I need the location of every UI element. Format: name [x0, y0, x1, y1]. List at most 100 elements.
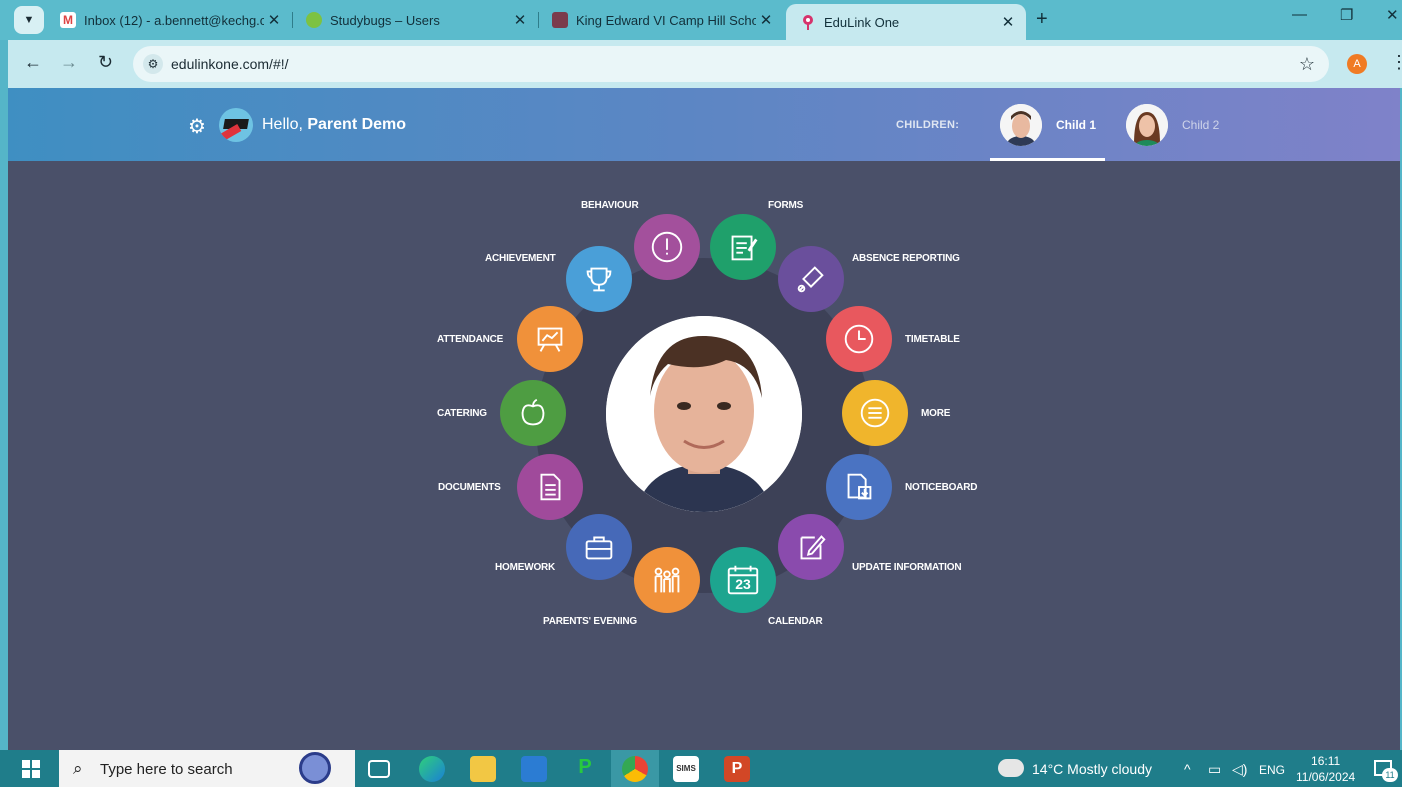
- child-name: Child 2: [1182, 118, 1220, 132]
- back-icon[interactable]: ←: [24, 52, 42, 73]
- attendance-label[interactable]: ATTENDANCE: [437, 334, 503, 345]
- weather-cloud-icon[interactable]: [998, 759, 1024, 777]
- list-icon: [860, 398, 890, 428]
- weather-text[interactable]: 14°C Mostly cloudy: [1032, 761, 1152, 777]
- restore-icon[interactable]: ❐: [1340, 6, 1353, 24]
- catering-button[interactable]: [500, 380, 566, 446]
- document-icon: [540, 473, 561, 501]
- system-clock[interactable]: 16:11 11/06/2024: [1296, 753, 1355, 785]
- search-placeholder: Type here to search: [100, 761, 233, 778]
- people-icon: [654, 567, 680, 593]
- tab-king-edward[interactable]: King Edward VI Camp Hill Scho ✕: [538, 4, 784, 36]
- tab-studybugs[interactable]: Studybugs – Users ✕: [292, 4, 538, 36]
- mail-icon[interactable]: [521, 756, 547, 782]
- trophy-icon: [586, 267, 612, 292]
- greeting-prefix: Hello,: [262, 116, 303, 133]
- close-icon[interactable]: ✕: [756, 11, 776, 29]
- chevron-up-icon[interactable]: ^: [1184, 761, 1191, 777]
- catering-label[interactable]: CATERING: [437, 408, 487, 419]
- edit-note-icon: [800, 535, 826, 560]
- calendar-label[interactable]: CALENDAR: [768, 616, 823, 627]
- edulink-icon: [800, 14, 816, 30]
- browser-menu-icon[interactable]: ⋮: [1390, 52, 1402, 73]
- gmail-icon: M: [60, 12, 76, 28]
- greeting: Hello, Parent Demo: [262, 116, 406, 134]
- timetable-label[interactable]: TIMETABLE: [905, 334, 960, 345]
- documents-button[interactable]: [517, 454, 583, 520]
- greeting-name: Parent Demo: [307, 116, 407, 133]
- forms-label[interactable]: FORMS: [768, 200, 803, 211]
- children-label: CHILDREN:: [896, 119, 960, 131]
- file-explorer-icon[interactable]: [470, 756, 496, 782]
- child-name: Child 1: [1056, 118, 1097, 132]
- notice-download-icon: [847, 473, 872, 500]
- gear-icon[interactable]: ⚙: [188, 114, 206, 139]
- avatar: [1126, 104, 1168, 146]
- forms-button[interactable]: [710, 214, 776, 280]
- documents-label[interactable]: DOCUMENTS: [438, 482, 501, 493]
- close-window-icon[interactable]: ✕: [1386, 6, 1399, 24]
- close-icon[interactable]: ✕: [998, 13, 1018, 31]
- achievement-button[interactable]: [566, 246, 632, 312]
- network-icon[interactable]: ▭: [1208, 761, 1221, 778]
- site-settings-icon[interactable]: ⚙: [143, 54, 163, 74]
- top-header: ⚙ Hello, Parent Demo CHILDREN: Child 1 C…: [8, 88, 1400, 161]
- url-text[interactable]: edulinkone.com/#!/: [171, 56, 289, 72]
- publisher-icon[interactable]: P: [572, 756, 598, 782]
- attendance-button[interactable]: [517, 306, 583, 372]
- new-tab-button[interactable]: +: [1036, 8, 1048, 31]
- avatar: [1000, 104, 1042, 146]
- calendar-button[interactable]: 23: [710, 547, 776, 613]
- language-indicator[interactable]: ENG: [1259, 763, 1285, 777]
- child-selector-1[interactable]: Child 1: [1000, 104, 1096, 146]
- address-bar[interactable]: ⚙ edulinkone.com/#!/ ☆: [133, 46, 1329, 82]
- absence-reporting-label[interactable]: ABSENCE REPORTING: [852, 253, 960, 264]
- parents-evening-label[interactable]: PARENTS' EVENING: [543, 616, 637, 627]
- search-icon: ⌕: [73, 759, 83, 778]
- behaviour-button[interactable]: [634, 214, 700, 280]
- apple-icon: [521, 398, 545, 426]
- browser-toolbar: ← → ↻ ⚙ edulinkone.com/#!/ ☆ A ⋮: [8, 40, 1402, 88]
- student-photo: [606, 316, 802, 512]
- more-label[interactable]: MORE: [921, 408, 950, 419]
- behaviour-label[interactable]: BEHAVIOUR: [581, 200, 639, 211]
- browser-tab-bar: ▼ M Inbox (12) - a.bennett@kechg.c ✕ Stu…: [0, 0, 1402, 40]
- close-icon[interactable]: ✕: [510, 11, 530, 29]
- sims-icon[interactable]: SIMS: [673, 756, 699, 782]
- briefcase-icon: [585, 536, 613, 560]
- more-button[interactable]: [842, 380, 908, 446]
- demo-ribbon: [219, 124, 242, 142]
- tab-gmail[interactable]: M Inbox (12) - a.bennett@kechg.c ✕: [46, 4, 292, 36]
- minimize-icon[interactable]: —: [1292, 6, 1307, 23]
- volume-icon[interactable]: ◁): [1232, 761, 1247, 778]
- task-view-icon[interactable]: [368, 760, 390, 778]
- noticeboard-button[interactable]: [826, 454, 892, 520]
- clock-icon: [844, 324, 874, 354]
- achievement-label[interactable]: ACHIEVEMENT: [485, 253, 556, 264]
- noticeboard-label[interactable]: NOTICEBOARD: [905, 482, 977, 493]
- edge-icon[interactable]: [419, 756, 445, 782]
- tab-search-button[interactable]: ▼: [14, 6, 44, 34]
- forward-icon[interactable]: →: [60, 52, 78, 73]
- homework-label[interactable]: HOMEWORK: [495, 562, 555, 573]
- bookmark-star-icon[interactable]: ☆: [1299, 54, 1315, 75]
- calendar-day: 23: [735, 576, 751, 592]
- close-icon[interactable]: ✕: [264, 11, 284, 29]
- tab-edulink[interactable]: EduLink One ✕: [786, 4, 1026, 40]
- update-information-button[interactable]: [778, 514, 844, 580]
- windows-start-icon[interactable]: [22, 760, 40, 778]
- tab-title: EduLink One: [824, 14, 900, 30]
- profile-avatar[interactable]: A: [1347, 54, 1367, 74]
- parents-evening-button[interactable]: [634, 547, 700, 613]
- absence-reporting-button[interactable]: [778, 246, 844, 312]
- form-edit-icon: [731, 235, 758, 261]
- powerpoint-icon[interactable]: P: [724, 756, 750, 782]
- update-information-label[interactable]: UPDATE INFORMATION: [852, 562, 962, 573]
- timetable-button[interactable]: [826, 306, 892, 372]
- homework-button[interactable]: [566, 514, 632, 580]
- taskbar-search[interactable]: ⌕ Type here to search: [59, 750, 355, 787]
- child-selector-2[interactable]: Child 2: [1126, 104, 1219, 146]
- shield-icon: [306, 12, 322, 28]
- reload-icon[interactable]: ↻: [98, 52, 113, 73]
- chrome-icon[interactable]: [622, 756, 648, 782]
